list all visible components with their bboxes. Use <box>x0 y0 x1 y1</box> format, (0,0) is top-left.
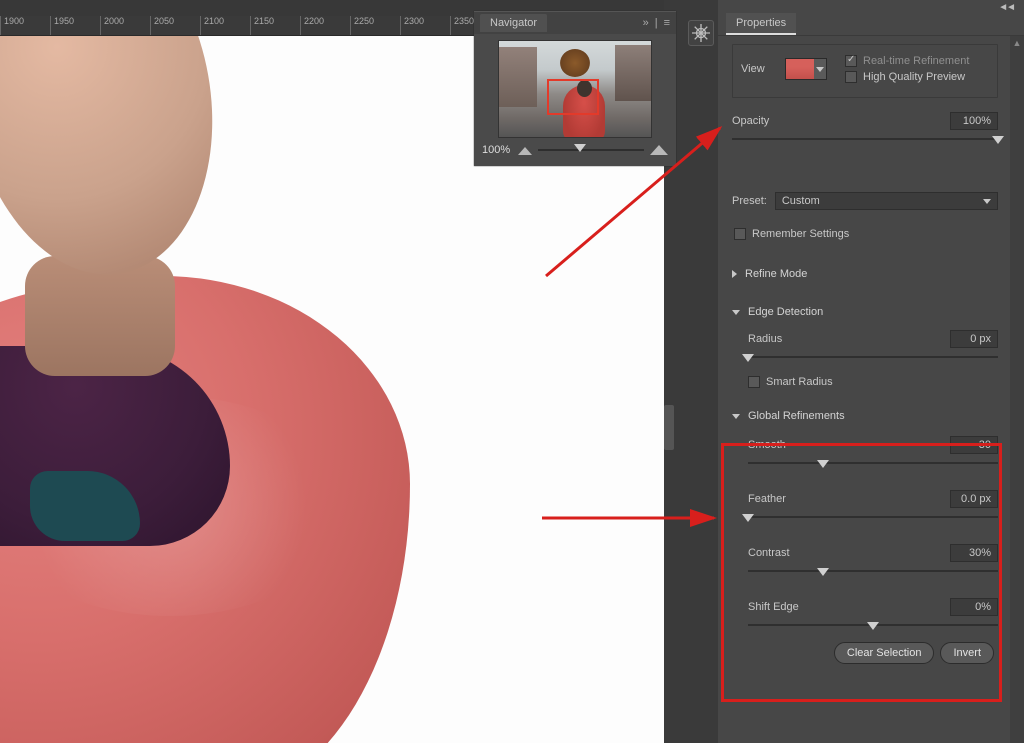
collapse-icon[interactable]: » <box>643 17 649 29</box>
smooth-label: Smooth <box>748 439 786 451</box>
opacity-slider[interactable] <box>732 134 998 144</box>
realtime-refinement-label: Real-time Refinement <box>863 55 969 67</box>
chevron-down-icon <box>732 414 740 419</box>
edge-detection-label: Edge Detection <box>748 306 823 318</box>
ruler-tick: 2000 <box>100 16 150 36</box>
properties-tab[interactable]: Properties <box>726 13 796 35</box>
navigator-thumbnail[interactable] <box>498 40 652 138</box>
clear-selection-button[interactable]: Clear Selection <box>834 642 935 664</box>
panel-collapse-icon[interactable]: ◄◄ <box>998 2 1014 13</box>
zoom-out-icon[interactable] <box>518 145 532 155</box>
radius-label: Radius <box>748 333 782 345</box>
realtime-refinement-checkbox[interactable] <box>845 55 857 67</box>
navigator-zoom-slider[interactable] <box>538 147 644 153</box>
canvas-scrollbar[interactable] <box>664 405 674 450</box>
feather-label: Feather <box>748 493 786 505</box>
remember-settings-label: Remember Settings <box>752 228 849 240</box>
view-mode-dropdown[interactable] <box>785 58 827 80</box>
properties-panel: ◄◄ Properties ▲ View Real-time Refinemen… <box>718 0 1024 743</box>
invert-button[interactable]: Invert <box>940 642 994 664</box>
opacity-label: Opacity <box>732 115 769 127</box>
navigator-header: Navigator » | ≡ <box>474 12 676 34</box>
global-refinements-header[interactable]: Global Refinements <box>732 410 998 422</box>
smooth-value[interactable]: 30 <box>950 436 998 454</box>
ruler-tick: 1950 <box>50 16 100 36</box>
preset-dropdown[interactable]: Custom <box>775 192 998 210</box>
navigator-panel: Navigator » | ≡ 100% <box>474 11 676 166</box>
smooth-slider[interactable] <box>748 458 998 468</box>
chevron-down-icon <box>732 310 740 315</box>
ruler-tick: 2100 <box>200 16 250 36</box>
ruler-tick: 2250 <box>350 16 400 36</box>
navigator-tab[interactable]: Navigator <box>480 14 547 32</box>
shift-edge-slider-thumb[interactable] <box>867 622 879 630</box>
zoom-in-icon[interactable] <box>650 145 668 155</box>
radius-slider[interactable] <box>748 352 998 362</box>
high-quality-preview-checkbox[interactable] <box>845 71 857 83</box>
ruler-tick: 2200 <box>300 16 350 36</box>
feather-value[interactable]: 0.0 px <box>950 490 998 508</box>
shift-edge-value[interactable]: 0% <box>950 598 998 616</box>
view-mode-box: View Real-time Refinement High Quality P… <box>732 44 998 98</box>
navigator-viewport-box[interactable] <box>547 79 599 115</box>
feather-slider[interactable] <box>748 512 998 522</box>
contrast-slider[interactable] <box>748 566 998 576</box>
shift-edge-slider[interactable] <box>748 620 998 630</box>
edge-detection-header[interactable]: Edge Detection <box>732 306 998 318</box>
opacity-slider-thumb[interactable] <box>992 136 1004 144</box>
ruler-tick: 2050 <box>150 16 200 36</box>
smart-radius-label: Smart Radius <box>766 376 833 388</box>
properties-scrollbar[interactable]: ▲ <box>1010 36 1024 743</box>
navigator-zoom-thumb[interactable] <box>574 144 586 152</box>
ruler-tick: 2150 <box>250 16 300 36</box>
preset-value: Custom <box>782 195 820 207</box>
radius-value[interactable]: 0 px <box>950 330 998 348</box>
smart-radius-checkbox[interactable] <box>748 376 760 388</box>
chevron-right-icon <box>732 270 737 278</box>
high-quality-preview-label: High Quality Preview <box>863 71 965 83</box>
ship-wheel-icon[interactable] <box>688 20 714 46</box>
ruler-tick: 2300 <box>400 16 450 36</box>
contrast-value[interactable]: 30% <box>950 544 998 562</box>
divider-icon: | <box>655 17 658 29</box>
contrast-label: Contrast <box>748 547 790 559</box>
remember-settings-checkbox[interactable] <box>734 228 746 240</box>
feather-slider-thumb[interactable] <box>742 514 754 522</box>
chevron-down-icon <box>983 199 991 204</box>
contrast-slider-thumb[interactable] <box>817 568 829 576</box>
subject-cutout <box>0 36 460 743</box>
shift-edge-label: Shift Edge <box>748 601 799 613</box>
preset-label: Preset: <box>732 195 767 207</box>
refine-mode-label: Refine Mode <box>745 268 807 280</box>
opacity-value[interactable]: 100% <box>950 112 998 130</box>
global-refinements-label: Global Refinements <box>748 410 845 422</box>
radius-slider-thumb[interactable] <box>742 354 754 362</box>
view-label: View <box>741 63 777 75</box>
navigator-zoom-value[interactable]: 100% <box>482 144 510 156</box>
panel-menu-icon[interactable]: ≡ <box>664 17 670 29</box>
ruler-tick: 1900 <box>0 16 50 36</box>
scroll-up-icon[interactable]: ▲ <box>1010 36 1024 50</box>
chevron-down-icon <box>816 67 824 72</box>
refine-mode-header[interactable]: Refine Mode <box>732 268 998 280</box>
smooth-slider-thumb[interactable] <box>817 460 829 468</box>
